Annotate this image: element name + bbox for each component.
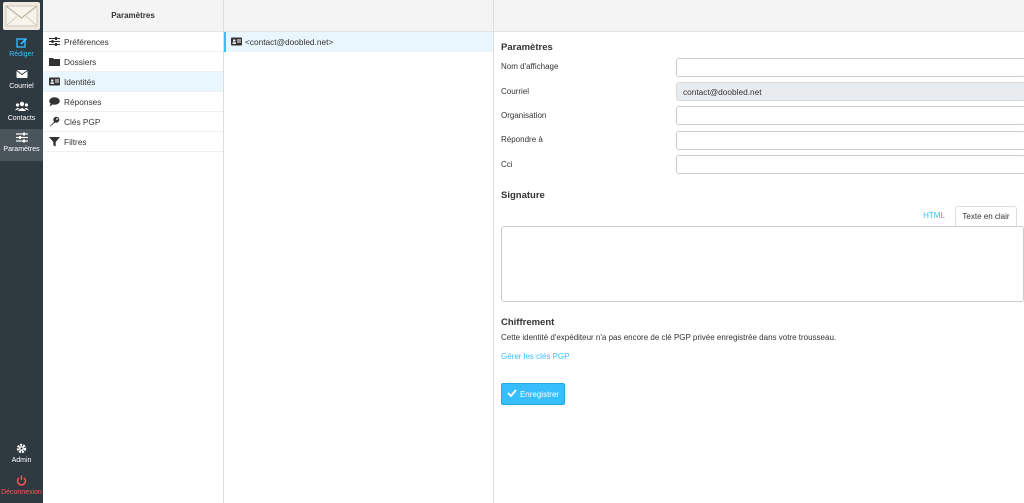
settings-menu-panel: Paramètres Préférences Dossiers Identité… — [43, 0, 224, 503]
bcc-input[interactable] — [676, 155, 1024, 174]
nav-admin-label: Admin — [11, 457, 32, 464]
folder-icon — [49, 56, 60, 67]
signature-textarea[interactable] — [501, 226, 1024, 302]
settings-menu-title: Paramètres — [43, 0, 223, 32]
key-icon — [49, 116, 60, 127]
settings-item-preferences[interactable]: Préférences — [43, 32, 223, 52]
settings-item-label: Clés PGP — [64, 116, 101, 127]
email-input[interactable] — [676, 82, 1024, 101]
nav-settings-label: Paramètres — [3, 146, 40, 153]
identity-list-item[interactable]: <contact@doobled.net> — [224, 32, 493, 52]
filter-icon — [49, 136, 60, 147]
nav-mail-label: Courriel — [9, 83, 34, 90]
reply-to-input[interactable] — [676, 131, 1024, 150]
email-label: Courriel — [501, 87, 530, 96]
nav-admin[interactable]: Admin — [0, 440, 43, 470]
identity-email-label: <contact@doobled.net> — [245, 37, 334, 47]
logo[interactable] — [3, 2, 40, 30]
nav-logout[interactable]: Déconnexion — [0, 472, 43, 502]
compose-icon — [0, 37, 43, 51]
settings-item-label: Identités — [64, 76, 96, 87]
encryption-notice: Cette identité d'expéditeur n'a pas enco… — [501, 333, 837, 342]
organization-input[interactable] — [676, 106, 1024, 125]
settings-item-label: Dossiers — [64, 56, 97, 67]
settings-item-label: Filtres — [64, 136, 87, 147]
settings-item-label: Réponses — [64, 96, 102, 107]
display-name-input[interactable] — [676, 58, 1024, 77]
section-title-encryption: Chiffrement — [501, 317, 555, 328]
manage-pgp-keys-link[interactable]: Gérer les clés PGP — [501, 352, 569, 361]
nav-mail[interactable]: Courriel — [0, 66, 43, 96]
settings-item-responses[interactable]: Réponses — [43, 92, 223, 112]
nav-settings[interactable]: Paramètres — [0, 129, 43, 161]
mail-icon — [0, 69, 43, 83]
speech-bubble-icon — [49, 96, 60, 107]
tab-html[interactable]: HTML — [914, 206, 954, 226]
id-card-icon — [231, 37, 242, 48]
organization-label: Organisation — [501, 111, 547, 120]
settings-item-folders[interactable]: Dossiers — [43, 52, 223, 72]
section-title-settings: Paramètres — [501, 42, 553, 53]
app-window: Rédiger Courriel Contacts Paramètres Adm — [0, 0, 1024, 503]
tab-plain-text[interactable]: Texte en clair — [955, 206, 1017, 226]
nav-contacts[interactable]: Contacts — [0, 98, 43, 128]
id-card-icon — [49, 76, 60, 87]
gear-icon — [0, 443, 43, 457]
save-button-label: Enregistrer — [519, 389, 560, 399]
display-name-label: Nom d'affichage — [501, 62, 559, 71]
edit-panel-header — [494, 0, 1024, 32]
nav-rail: Rédiger Courriel Contacts Paramètres Adm — [0, 0, 43, 503]
settings-item-filters[interactable]: Filtres — [43, 132, 223, 152]
checkmark-icon — [507, 389, 517, 399]
identity-edit-panel: Paramètres Nom d'affichage Courriel Orga… — [494, 0, 1024, 503]
envelope-logo-icon — [5, 5, 38, 27]
settings-item-pgp-keys[interactable]: Clés PGP — [43, 112, 223, 132]
save-button[interactable]: Enregistrer — [501, 383, 565, 405]
sliders-icon — [49, 36, 60, 47]
identities-header — [224, 0, 493, 32]
nav-logout-label: Déconnexion — [1, 489, 42, 496]
settings-item-identities[interactable]: Identités — [43, 72, 223, 92]
bcc-label: Cci — [501, 160, 513, 169]
contacts-icon — [0, 101, 43, 115]
section-title-signature: Signature — [501, 190, 545, 201]
identities-panel: <contact@doobled.net> — [224, 0, 494, 503]
settings-item-label: Préférences — [64, 36, 109, 47]
nav-contacts-label: Contacts — [7, 115, 36, 122]
reply-to-label: Répondre à — [501, 135, 543, 144]
nav-compose-label: Rédiger — [9, 51, 34, 58]
power-icon — [0, 475, 43, 489]
nav-compose[interactable]: Rédiger — [0, 34, 43, 64]
settings-sliders-icon — [0, 132, 43, 146]
